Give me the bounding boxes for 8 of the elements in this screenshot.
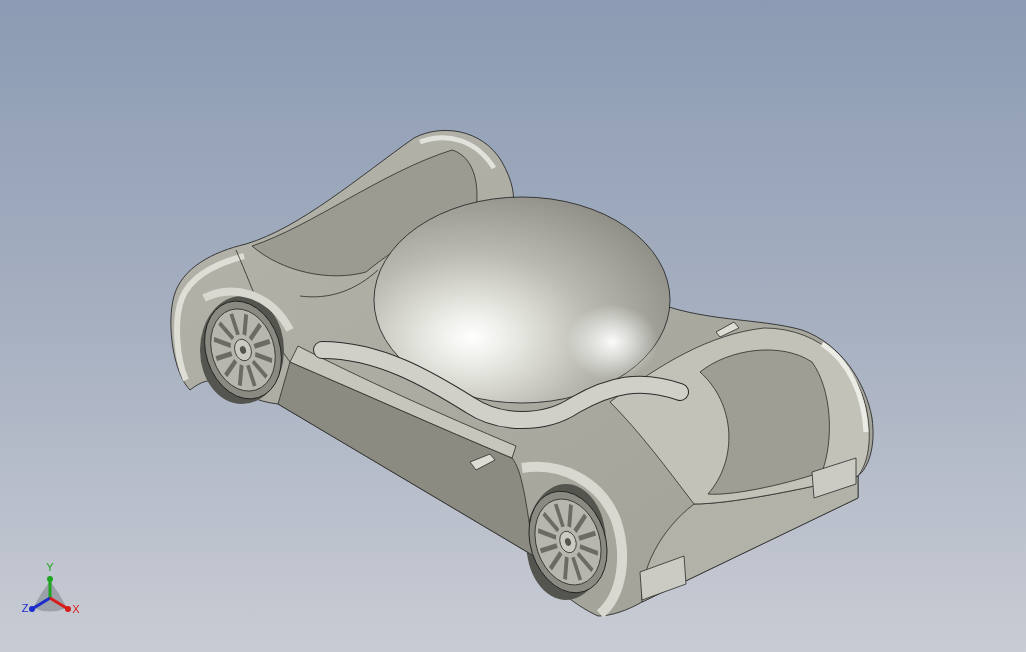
axis-label: Z — [21, 602, 29, 614]
triad-cone — [33, 581, 67, 612]
front-light — [639, 555, 687, 601]
axis-label: X — [72, 603, 80, 615]
front-light — [811, 457, 857, 499]
side-mirror — [469, 453, 496, 471]
side-mirror — [715, 321, 740, 338]
axis-label: Y — [46, 561, 54, 573]
